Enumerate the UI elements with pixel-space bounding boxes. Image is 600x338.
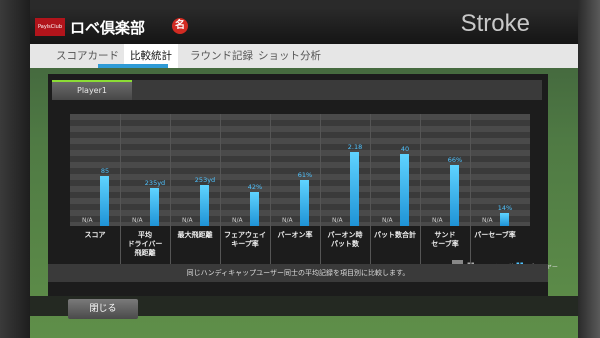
player-value-label: 66% [447, 156, 463, 164]
monitor-bezel-left [0, 0, 30, 338]
close-button[interactable]: 閉じる [68, 299, 138, 319]
user-average-value: N/A [382, 217, 393, 224]
player-value-label: 42% [247, 183, 263, 191]
monitor-bezel-right [578, 0, 600, 338]
player-bar [100, 176, 109, 226]
player-value-label: 14% [497, 204, 513, 212]
player-bar [500, 213, 509, 226]
category-label: 平均 ドライバー 飛距離 [122, 231, 168, 258]
player-value-label: 2.18 [347, 143, 363, 151]
comparison-panel: Player1 N/A 85 スコア N/A 235yd 平均 ドライバー 飛距離 N/A 253… [48, 74, 558, 296]
column-divider [420, 114, 421, 272]
category-label-line: パーオン時 [327, 231, 363, 239]
category-label-line: 平均 [138, 231, 152, 239]
category-label: スコア [72, 231, 118, 240]
category-label-line: パット数合計 [374, 231, 416, 239]
player-bar [250, 192, 259, 226]
player-value-label: 40 [400, 145, 410, 153]
player-bar [150, 188, 159, 226]
user-average-value: N/A [482, 217, 493, 224]
user-average-value: N/A [282, 217, 293, 224]
category-label: フェアウェイ キープ率 [222, 231, 268, 249]
header: PaylsClub ロベ倶楽部 名 Stroke [30, 8, 578, 44]
column-divider [220, 114, 221, 272]
category-label-line: フェアウェイ [224, 231, 266, 239]
club-name: ロベ倶楽部 [70, 19, 146, 37]
category-label: パーオン率 [272, 231, 318, 240]
column-divider [320, 114, 321, 272]
category-label-line: サンド [434, 231, 456, 239]
category-label: サンド セーブ率 [422, 231, 468, 249]
player-selector: Player1 [52, 80, 542, 100]
mode-label: Stroke [460, 10, 530, 37]
category-label-line: 最大飛距離 [177, 231, 213, 239]
user-average-value: N/A [182, 217, 193, 224]
column-divider [270, 114, 271, 272]
category-label-line: 飛距離 [134, 249, 156, 257]
column-divider [120, 114, 121, 272]
player-bar [300, 180, 309, 226]
category-label: パーオン時 パット数 [322, 231, 368, 249]
category-label-line: パーオン率 [277, 231, 313, 239]
category-label-line: ドライバー [127, 240, 163, 248]
column-divider [370, 114, 371, 272]
player-bar [400, 154, 409, 226]
category-label: 最大飛距離 [172, 231, 218, 240]
column-divider [470, 114, 471, 272]
active-tab-indicator [98, 64, 168, 68]
user-average-value: N/A [332, 217, 343, 224]
category-label-line: パーセーブ率 [474, 231, 516, 239]
column-divider [170, 114, 171, 272]
category-label-line: セーブ率 [431, 240, 459, 248]
tab-bar: スコアカード 比較統計 ラウンド記録 ショット分析 [30, 44, 578, 68]
category-label-line: パット数 [331, 240, 359, 248]
user-average-value: N/A [432, 217, 443, 224]
category-label: パーセーブ率 [472, 231, 518, 240]
user-average-value: N/A [82, 217, 93, 224]
screen: PaylsClub ロベ倶楽部 名 Stroke スコアカード 比較統計 ラウン… [30, 8, 578, 338]
player-tab[interactable]: Player1 [52, 80, 132, 100]
club-logo: PaylsClub [35, 18, 65, 36]
player-value-label: 61% [297, 171, 313, 179]
user-average-value: N/A [132, 217, 143, 224]
category-label-line: スコア [84, 231, 106, 239]
player-value-label: 85 [100, 167, 110, 175]
player-bar [350, 152, 359, 226]
category-label: パット数合計 [372, 231, 418, 240]
user-average-value: N/A [232, 217, 243, 224]
club-badge-icon: 名 [172, 18, 188, 34]
category-label-line: キープ率 [231, 240, 259, 248]
player-value-label: 253yd [194, 176, 216, 184]
tab-round-record[interactable]: ラウンド記録 [184, 44, 259, 68]
tab-shot-analysis[interactable]: ショット分析 [252, 44, 327, 68]
player-bar [450, 165, 459, 226]
stats-chart: N/A 85 スコア N/A 235yd 平均 ドライバー 飛距離 N/A 253yd 最大飛距離 N… [70, 114, 558, 272]
player-bar [200, 185, 209, 226]
footnote: 同じハンディキャップユーザー同士の平均記録を項目別に比較します。 [48, 264, 548, 282]
player-value-label: 235yd [144, 179, 166, 187]
